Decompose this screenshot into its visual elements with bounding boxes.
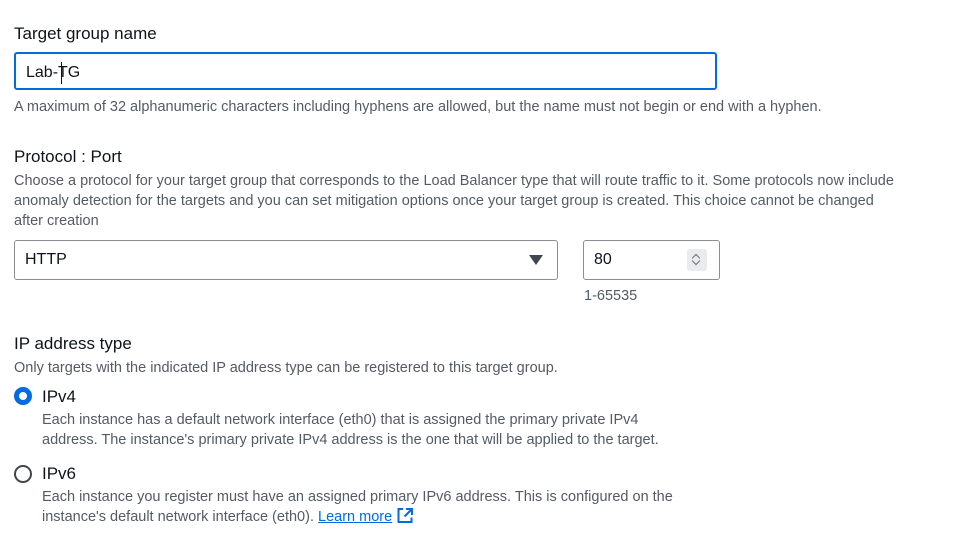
port-input-value: 80 [594,251,612,268]
ipv4-description-line-2: address. The instance's primary private … [42,432,659,448]
target-group-name-hint: A maximum of 32 alphanumeric characters … [14,99,822,115]
protocol-select-value: HTTP [25,251,67,268]
ipv6-label[interactable]: IPv6 [42,464,76,484]
ip-address-type-label: IP address type [14,334,132,353]
target-group-form: Target group name Lab-TG A maximum of 32… [0,0,958,542]
learn-more-link[interactable]: Learn more [318,509,392,525]
protocol-port-description-line-3: after creation [14,213,99,229]
text-cursor [61,62,62,84]
ipv4-description-line-1: Each instance has a default network inte… [42,412,639,428]
protocol-select[interactable]: HTTP [14,240,558,280]
target-group-name-value: Lab-TG [26,64,81,81]
target-group-name-label: Target group name [14,24,157,43]
ipv4-label[interactable]: IPv4 [42,387,76,407]
ipv6-description-line-2: instance's default network interface (et… [42,509,314,525]
protocol-port-description-line-1: Choose a protocol for your target group … [14,173,894,189]
external-link-icon[interactable] [396,507,414,530]
ipv6-description-line-2-row: instance's default network interface (et… [42,507,414,530]
ipv6-radio[interactable] [14,465,32,483]
ipv6-description-line-1: Each instance you register must have an … [42,489,673,505]
protocol-port-description-line-2: anomaly detection for the targets and yo… [14,193,874,209]
port-hint: 1-65535 [584,288,638,304]
port-input[interactable]: 80 [583,240,720,280]
spinner-icon[interactable] [687,249,707,271]
target-group-name-input[interactable]: Lab-TG [14,52,717,90]
caret-down-icon [529,255,543,265]
ip-address-type-description: Only targets with the indicated IP addre… [14,360,558,376]
ipv4-radio[interactable] [14,387,32,405]
learn-more-label: Learn more [318,509,393,525]
protocol-port-label: Protocol : Port [14,147,122,166]
